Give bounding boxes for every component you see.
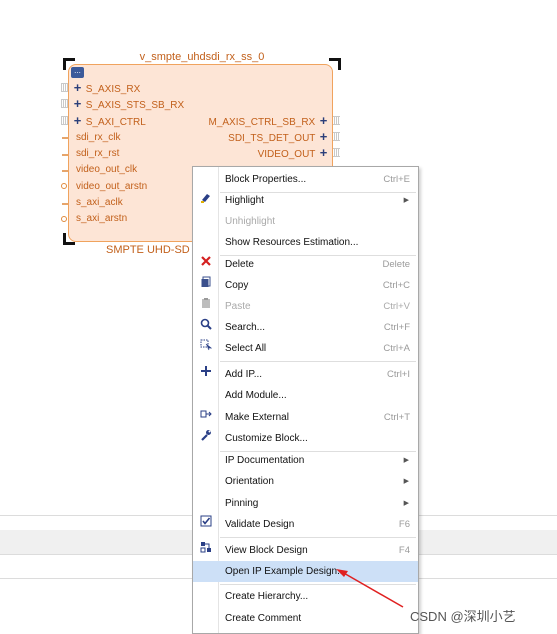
annotation-arrow-icon: [336, 569, 404, 608]
watermark: CSDN @深圳小艺: [410, 609, 516, 624]
